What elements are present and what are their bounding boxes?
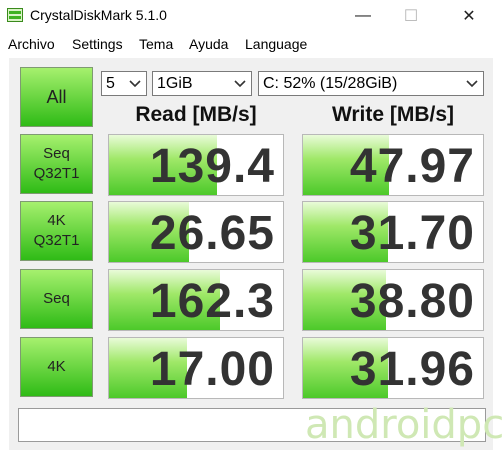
- write-value: 31.70: [349, 207, 475, 260]
- read-value: 26.65: [149, 207, 275, 260]
- test-count-value: 5: [106, 74, 115, 92]
- menu-bar: Archivo Settings Tema Ayuda Language: [0, 33, 502, 55]
- maximize-button[interactable]: ☐: [388, 0, 434, 32]
- menu-ayuda[interactable]: Ayuda: [189, 36, 228, 52]
- seq-button[interactable]: Seq: [20, 269, 93, 329]
- 4k-read-cell: 17.00: [108, 337, 284, 399]
- seq-q32t1-button[interactable]: Seq Q32T1: [20, 134, 93, 194]
- 4k-q32t1-read-cell: 26.65: [108, 201, 284, 263]
- row-label-line1: Seq: [43, 145, 70, 162]
- row-label-line2: Q32T1: [33, 165, 80, 182]
- 4k-q32t1-button[interactable]: 4K Q32T1: [20, 201, 93, 261]
- app-icon: [7, 8, 23, 22]
- chevron-down-icon: [129, 80, 141, 88]
- seq-read-cell: 162.3: [108, 269, 284, 331]
- watermark: androidpc: [305, 402, 502, 448]
- close-button[interactable]: ✕: [446, 0, 492, 32]
- write-value: 31.96: [349, 343, 475, 396]
- drive-value: C: 52% (15/28GiB): [263, 74, 398, 92]
- row-label-line1: Seq: [43, 290, 70, 307]
- read-value: 17.00: [149, 343, 275, 396]
- all-button[interactable]: All: [20, 67, 93, 127]
- menu-tema[interactable]: Tema: [139, 36, 173, 52]
- write-value: 47.97: [349, 140, 475, 193]
- window-title: CrystalDiskMark 5.1.0: [30, 7, 167, 23]
- 4k-button[interactable]: 4K: [20, 337, 93, 397]
- test-size-value: 1GiB: [157, 74, 193, 92]
- seq-q32t1-write-cell: 47.97: [302, 134, 484, 196]
- write-value: 38.80: [349, 275, 475, 328]
- 4k-write-cell: 31.96: [302, 337, 484, 399]
- menu-settings[interactable]: Settings: [72, 36, 123, 52]
- seq-write-cell: 38.80: [302, 269, 484, 331]
- minimize-button[interactable]: —: [340, 0, 386, 32]
- write-header: Write [MB/s]: [331, 103, 455, 126]
- drive-select[interactable]: C: 52% (15/28GiB): [258, 71, 484, 96]
- title-bar[interactable]: CrystalDiskMark 5.1.0 — ☐ ✕: [0, 0, 502, 32]
- read-value: 139.4: [149, 140, 275, 193]
- test-count-select[interactable]: 5: [101, 71, 147, 96]
- seq-q32t1-read-cell: 139.4: [108, 134, 284, 196]
- read-header: Read [MB/s]: [135, 103, 257, 126]
- 4k-q32t1-write-cell: 31.70: [302, 201, 484, 263]
- row-label-line2: Q32T1: [33, 232, 80, 249]
- chevron-down-icon: [234, 80, 246, 88]
- read-value: 162.3: [149, 275, 275, 328]
- test-size-select[interactable]: 1GiB: [152, 71, 252, 96]
- row-label-line1: 4K: [47, 358, 66, 375]
- menu-language[interactable]: Language: [245, 36, 307, 52]
- row-label-line1: 4K: [47, 212, 66, 229]
- chevron-down-icon: [466, 80, 478, 88]
- menu-archivo[interactable]: Archivo: [8, 36, 55, 52]
